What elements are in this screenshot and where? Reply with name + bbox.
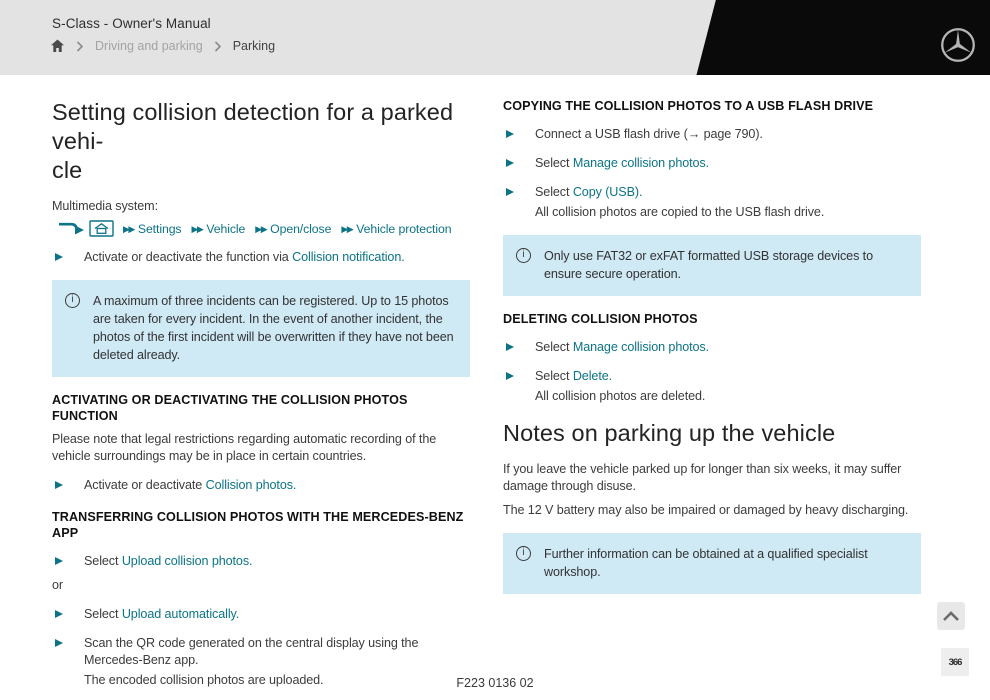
menu-item-link[interactable]: Upload automatically. xyxy=(122,607,239,621)
paragraph: Please note that legal restrictions rega… xyxy=(52,432,437,463)
triangle-bullet-icon xyxy=(506,159,514,167)
instruction-step: Select Upload automatically. xyxy=(52,606,470,623)
menu-item-link[interactable]: Collision photos. xyxy=(206,478,297,492)
triangle-bullet-icon xyxy=(55,557,63,565)
step-text: Select Copy (USB). xyxy=(535,184,643,201)
triangle-bullet-icon xyxy=(506,130,514,138)
text-run: Activate or deactivate the function via xyxy=(84,250,293,264)
triangle-bullet-icon xyxy=(55,481,63,489)
subsection-heading: DELETING COLLISION PHOTOS xyxy=(503,312,698,326)
left-column: Setting collision detection for a parked… xyxy=(52,98,470,700)
text-run: Activate or deactivate xyxy=(84,478,206,492)
info-note: i Only use FAT32 or exFAT formatted USB s… xyxy=(503,235,921,296)
instruction-step: Scan the QR code generated on the centra… xyxy=(52,635,470,669)
menu-path: ▶▶ Settings ▶▶ Vehicle ▶▶ Open/close ▶▶ Vehicle… xyxy=(58,220,470,237)
info-note-text: A maximum of three incidents can be regi… xyxy=(93,294,454,362)
triangle-bullet-icon xyxy=(55,253,63,261)
instruction-step: Activate or deactivate Collision photos. xyxy=(52,477,470,494)
instruction-step: Select Delete. xyxy=(503,368,921,385)
triangle-bullet-icon xyxy=(55,610,63,618)
info-circle-icon: i xyxy=(516,546,531,561)
step-text: Select Manage collision photos. xyxy=(535,155,709,172)
text-run: Select xyxy=(84,554,122,568)
then-arrow-icon xyxy=(58,221,85,237)
paragraph: If you leave the vehicle parked up for l… xyxy=(503,462,902,493)
step-text: Activate or deactivate Collision photos. xyxy=(84,477,296,494)
header-brand-panel xyxy=(696,0,990,75)
double-chevron-icon: ▶▶ xyxy=(341,223,353,234)
breadcrumb-item-driving-and-parking[interactable]: Driving and parking xyxy=(95,39,203,53)
chevron-right-icon xyxy=(214,40,222,52)
menu-path-item[interactable]: Open/close xyxy=(270,222,331,236)
menu-path-item[interactable]: Vehicle protection xyxy=(356,222,451,236)
double-chevron-icon: ▶▶ xyxy=(123,223,135,234)
multimedia-system-label: Multimedia system: xyxy=(52,199,158,213)
info-note-text: Further information can be obtained at a… xyxy=(544,547,868,579)
right-column: COPYING THE COLLISION PHOTOS TO A USB FL… xyxy=(503,98,921,606)
step-text: Connect a USB flash drive (→ page 790). xyxy=(535,126,763,143)
menu-item-link[interactable]: Upload collision photos. xyxy=(122,554,253,568)
menu-item-link[interactable]: Manage collision photos. xyxy=(573,340,709,354)
triangle-bullet-icon xyxy=(506,372,514,380)
menu-item-link[interactable]: Manage collision photos. xyxy=(573,156,709,170)
chevron-right-icon xyxy=(76,40,84,52)
step-text: Select Upload automatically. xyxy=(84,606,239,623)
chevron-up-icon xyxy=(943,611,959,621)
menu-item-link[interactable]: Delete. xyxy=(573,369,612,383)
document-code: F223 0136 02 xyxy=(456,676,534,690)
subsection-heading: COPYING THE COLLISION PHOTOS TO A USB FL… xyxy=(503,99,874,113)
instruction-step: Select Manage collision photos. xyxy=(503,339,921,356)
step-text: Select Upload collision photos. xyxy=(84,553,253,570)
paragraph: The 12 V battery may also be impaired or… xyxy=(503,503,909,517)
triangle-bullet-icon xyxy=(55,639,63,647)
text-run: Select xyxy=(535,185,573,199)
menu-item-link[interactable]: Collision notification. xyxy=(292,250,405,264)
step-text: Select Delete. xyxy=(535,368,612,385)
instruction-step: Select Upload collision photos. xyxy=(52,553,470,570)
info-circle-icon: i xyxy=(516,248,531,263)
instruction-step: Connect a USB flash drive (→ page 790). xyxy=(503,126,921,143)
breadcrumb: Driving and parking Parking xyxy=(50,39,275,53)
info-note: i A maximum of three incidents can be reg… xyxy=(52,280,470,377)
double-chevron-icon: ▶▶ xyxy=(191,223,203,234)
step-text: Scan the QR code generated on the centra… xyxy=(84,635,470,669)
text-run: Scan the QR code generated on the centra… xyxy=(84,636,419,667)
mercedes-star-icon xyxy=(939,26,977,64)
instruction-step: Activate or deactivate the function via … xyxy=(52,249,470,266)
manual-title: S-Class - Owner's Manual xyxy=(52,16,211,31)
menu-path-item[interactable]: Vehicle xyxy=(206,222,245,236)
header: S-Class - Owner's Manual Driving and par… xyxy=(0,0,990,75)
instruction-step: Select Manage collision photos. xyxy=(503,155,921,172)
text-run: Select xyxy=(535,156,573,170)
text-run: Select xyxy=(84,607,122,621)
breadcrumb-item-parking[interactable]: Parking xyxy=(233,39,275,53)
subsection-heading: TRANSFERRING COLLISION PHOTOS WITH THE M… xyxy=(52,510,464,540)
info-note-text: Only use FAT32 or exFAT formatted USB st… xyxy=(544,249,873,281)
triangle-bullet-icon xyxy=(506,188,514,196)
menu-item-link[interactable]: Copy (USB). xyxy=(573,185,643,199)
double-chevron-icon: ▶▶ xyxy=(255,223,267,234)
page-number-badge: 366 xyxy=(941,648,969,676)
instruction-step: Select Copy (USB). xyxy=(503,184,921,201)
step-text: Select Manage collision photos. xyxy=(535,339,709,356)
owners-manual-page: S-Class - Owner's Manual Driving and par… xyxy=(0,0,990,700)
step-result-text: All collision photos are copied to the U… xyxy=(535,205,825,219)
section-title: Setting collision detection for a parked… xyxy=(52,99,454,183)
text-run: Select xyxy=(535,369,573,383)
step-result-text: All collision photos are deleted. xyxy=(535,389,706,403)
text-run: Select xyxy=(535,340,573,354)
menu-path-item[interactable]: Settings xyxy=(138,222,182,236)
paragraph: or xyxy=(52,578,63,592)
info-circle-icon: i xyxy=(65,293,80,308)
home-screen-icon xyxy=(89,220,114,237)
section-title: Notes on parking up the vehicle xyxy=(503,420,836,446)
subsection-heading: ACTIVATING OR DEACTIVATING THE COLLISION… xyxy=(52,393,408,423)
step-text: Activate or deactivate the function via … xyxy=(84,249,405,266)
scroll-to-top-button[interactable] xyxy=(937,602,965,630)
home-icon[interactable] xyxy=(50,39,65,53)
info-note: i Further information can be obtained at … xyxy=(503,533,921,594)
text-run: Connect a USB flash drive (→ page 790). xyxy=(535,127,763,141)
triangle-bullet-icon xyxy=(506,343,514,351)
